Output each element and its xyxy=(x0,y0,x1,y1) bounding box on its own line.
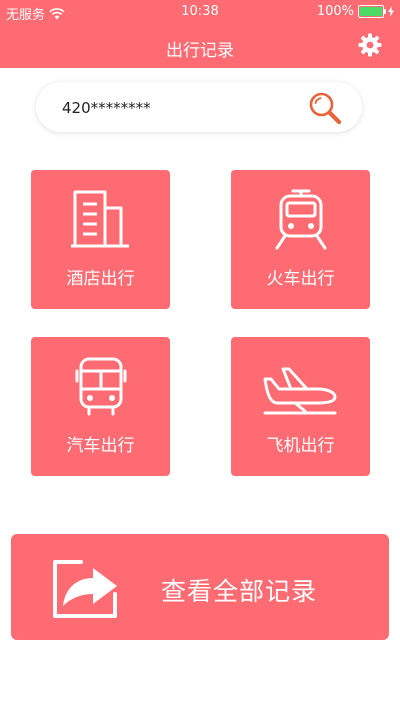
flight-travel-tile[interactable]: 飞机出行 xyxy=(231,337,370,476)
id-search-input[interactable] xyxy=(60,94,294,122)
bus-icon xyxy=(75,357,127,416)
tile-label: 酒店出行 xyxy=(66,269,135,289)
airplane-icon xyxy=(263,367,337,415)
tile-label: 汽车出行 xyxy=(66,436,135,456)
page-title: 出行记录 xyxy=(166,41,234,61)
settings-gear-icon[interactable] xyxy=(358,33,382,57)
battery-percent: 100% xyxy=(316,4,354,19)
charging-bolt-icon xyxy=(388,6,394,17)
search-bar xyxy=(36,82,362,132)
hotel-travel-tile[interactable]: 酒店出行 xyxy=(31,170,170,309)
status-bar: 无服务 10:38 100% xyxy=(0,0,400,24)
hotel-building-icon xyxy=(71,190,129,248)
bus-travel-tile[interactable]: 汽车出行 xyxy=(31,337,170,476)
search-icon[interactable] xyxy=(308,91,342,125)
tile-label: 火车出行 xyxy=(266,269,335,289)
view-all-records-button[interactable]: 查看全部记录 xyxy=(11,534,389,640)
tile-label: 飞机出行 xyxy=(266,436,335,456)
train-travel-tile[interactable]: 火车出行 xyxy=(231,170,370,309)
battery-icon xyxy=(358,5,386,18)
app-header: 无服务 10:38 100% 出行记录 xyxy=(0,0,400,68)
status-right: 100% xyxy=(317,4,394,19)
share-export-icon xyxy=(53,560,117,618)
view-all-records-label: 查看全部记录 xyxy=(161,577,318,606)
train-icon xyxy=(275,189,327,250)
